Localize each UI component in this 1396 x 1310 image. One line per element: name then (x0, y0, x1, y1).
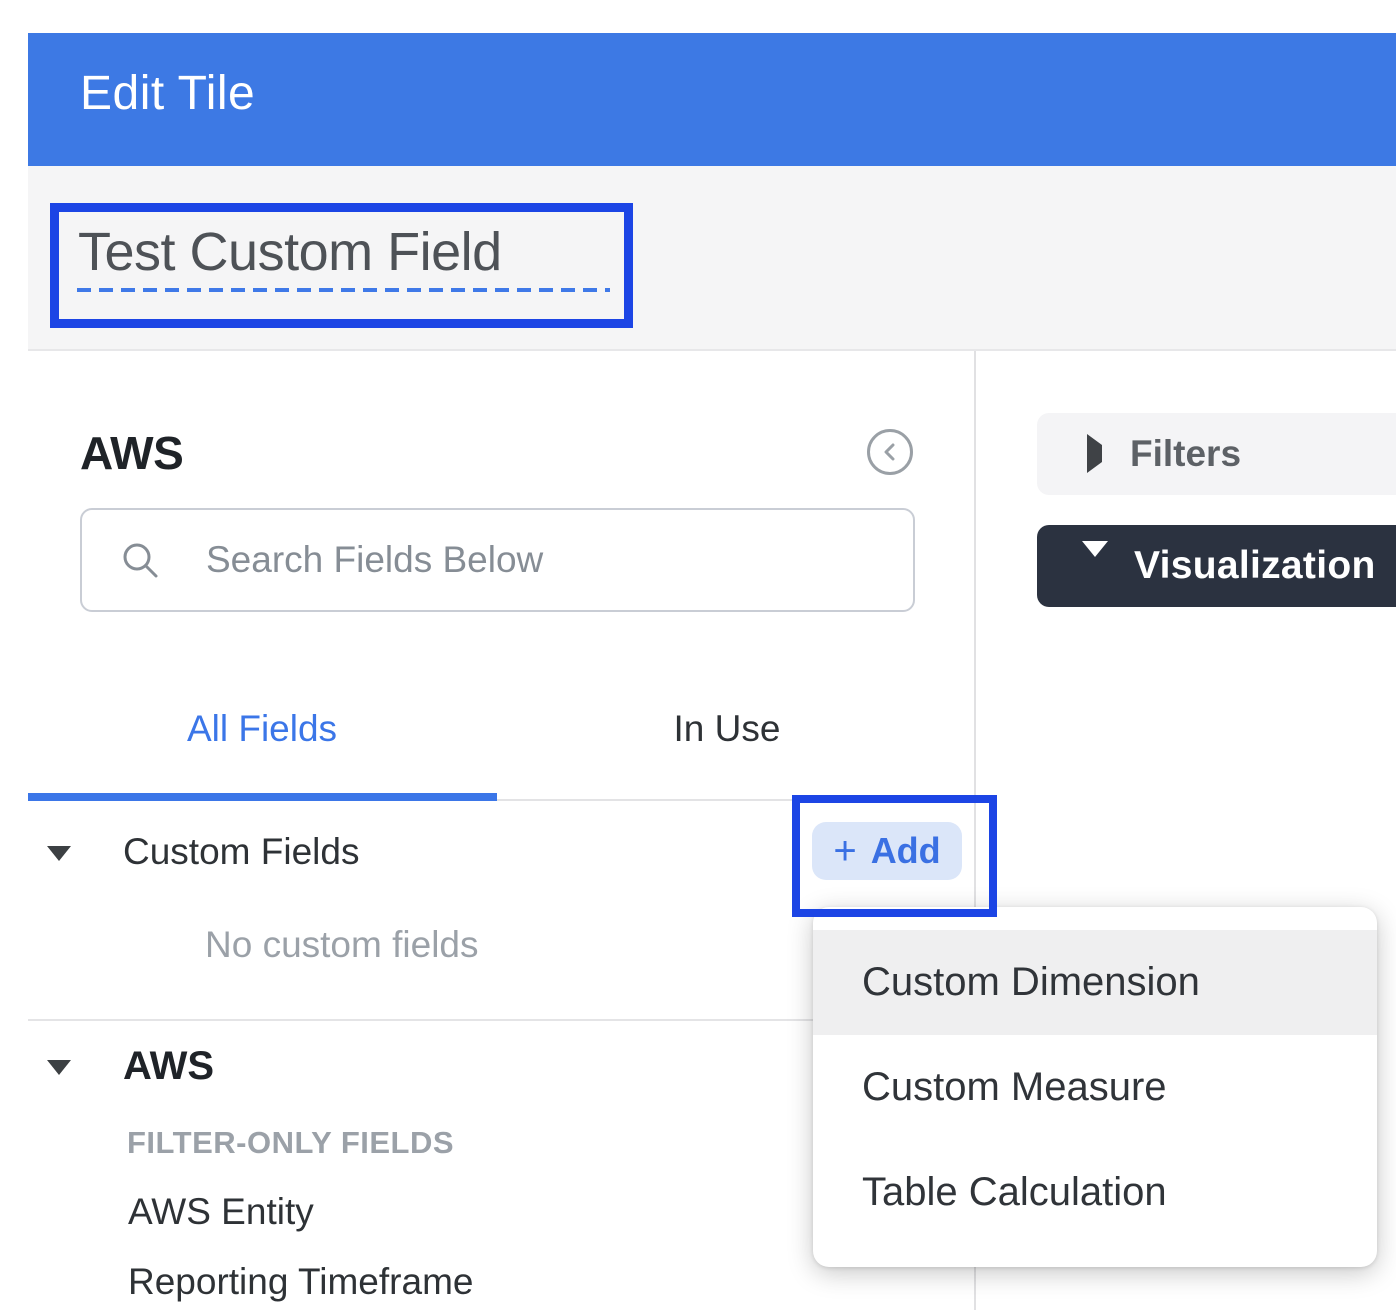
active-tab-indicator (28, 793, 497, 801)
no-custom-fields-text: No custom fields (205, 923, 479, 967)
visualization-section-header[interactable]: Visualization (1037, 525, 1396, 607)
filters-section-header[interactable]: Filters (1037, 413, 1396, 495)
visualization-label: Visualization (1134, 544, 1376, 588)
field-item-aws-entity[interactable]: AWS Entity (128, 1192, 314, 1232)
field-search-box[interactable] (80, 508, 915, 612)
custom-fields-caret-down-icon[interactable] (47, 846, 71, 861)
add-custom-field-button[interactable]: + Add (812, 822, 962, 880)
filters-label: Filters (1130, 433, 1241, 475)
filter-only-fields-label: FILTER-ONLY FIELDS (127, 1128, 454, 1158)
tab-in-use[interactable]: In Use (674, 707, 781, 751)
tile-title-underline (77, 288, 610, 292)
tab-all-fields[interactable]: All Fields (187, 707, 337, 751)
tile-title-input[interactable]: Test Custom Field (78, 222, 502, 282)
add-button-label: Add (871, 831, 941, 871)
plus-icon: + (833, 831, 856, 871)
search-input[interactable] (206, 539, 866, 581)
custom-fields-section-label[interactable]: Custom Fields (123, 830, 359, 874)
menu-item-table-calculation[interactable]: Table Calculation (813, 1140, 1377, 1245)
collapse-panel-button[interactable] (867, 429, 913, 475)
edit-tile-dialog: Edit Tile Test Custom Field AWS All Fiel… (0, 0, 1396, 1310)
caret-down-white-icon (1082, 557, 1108, 575)
caret-right-icon (1087, 445, 1102, 463)
dialog-titlebar: Edit Tile (28, 33, 1396, 166)
dialog-title: Edit Tile (80, 66, 255, 121)
aws-section-caret-down-icon[interactable] (47, 1060, 71, 1075)
search-icon (118, 538, 162, 582)
explore-heading: AWS (80, 426, 183, 480)
chevron-left-icon (875, 437, 905, 467)
field-item-reporting-timeframe[interactable]: Reporting Timeframe (128, 1262, 473, 1302)
aws-section-label[interactable]: AWS (123, 1044, 214, 1088)
menu-item-custom-dimension[interactable]: Custom Dimension (813, 930, 1377, 1035)
menu-item-custom-measure[interactable]: Custom Measure (813, 1035, 1377, 1140)
add-field-menu: Custom Dimension Custom Measure Table Ca… (813, 907, 1377, 1267)
